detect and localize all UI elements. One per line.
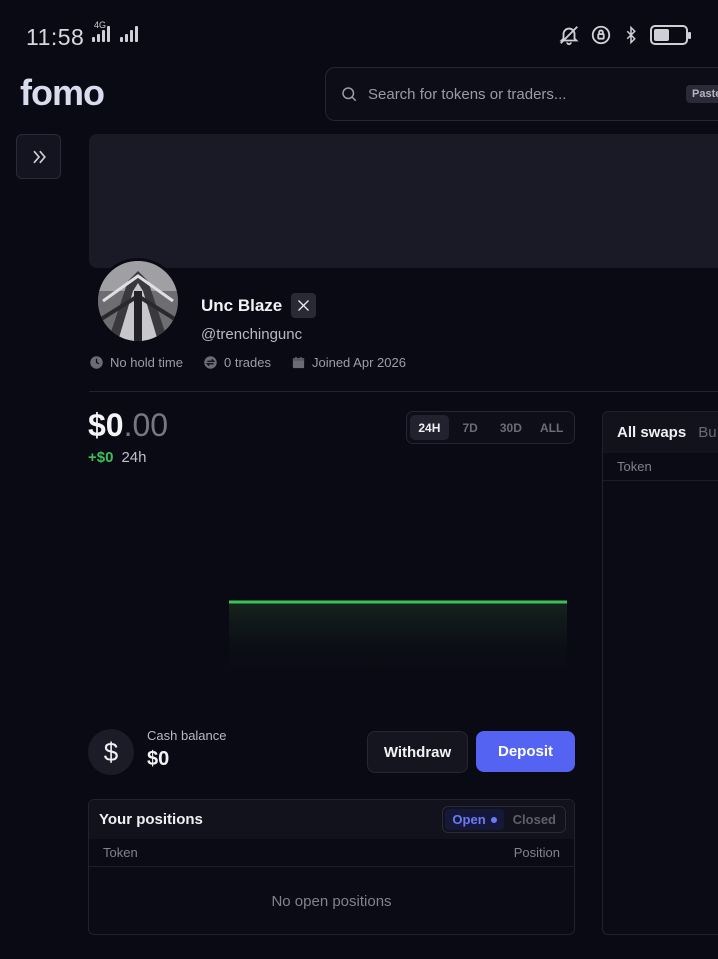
column-position: Position	[513, 845, 560, 860]
profile-meta: No hold time 0 trades Joined Apr 2026	[89, 355, 406, 370]
change-value: +$0	[88, 449, 114, 466]
section-divider	[89, 391, 718, 392]
chevrons-right-icon	[32, 150, 46, 163]
swaps-panel: All swaps Bu Token	[602, 411, 718, 935]
tab-buys[interactable]: Bu	[698, 424, 716, 441]
time-range-selector: 24H 7D 30D ALL	[406, 411, 575, 444]
search-icon	[342, 87, 357, 102]
search-input[interactable]	[368, 85, 668, 103]
rotation-lock-icon	[591, 25, 611, 45]
column-token: Token	[103, 845, 138, 860]
tab-all-swaps[interactable]: All swaps	[617, 424, 686, 441]
range-30d-button[interactable]: 30D	[492, 415, 531, 440]
swaps-columns: Token	[603, 453, 718, 481]
portfolio-balance: $0.00	[88, 407, 169, 443]
paste-button[interactable]: Paste	[686, 85, 718, 103]
avatar	[95, 258, 181, 344]
tab-closed[interactable]: Closed	[506, 809, 563, 830]
positions-panel: Your positions Open Closed Token Positio…	[88, 799, 575, 935]
positions-title: Your positions	[99, 811, 203, 828]
battery-icon	[650, 25, 691, 45]
app-logo[interactable]: fomo	[20, 72, 105, 114]
calendar-icon	[292, 356, 305, 369]
portfolio-change: +$0 24h	[88, 449, 146, 466]
portfolio-chart	[229, 600, 567, 682]
column-token: Token	[617, 459, 652, 474]
x-profile-link[interactable]	[291, 293, 316, 318]
trade-count: 0 trades	[203, 355, 271, 370]
change-period: 24h	[121, 449, 147, 466]
bluetooth-icon	[626, 25, 636, 45]
range-24h-button[interactable]: 24H	[410, 415, 449, 440]
deposit-button[interactable]: Deposit	[476, 731, 575, 772]
expand-sidebar-button[interactable]	[16, 134, 61, 179]
status-icons	[558, 24, 691, 46]
positions-empty-state: No open positions	[271, 893, 392, 910]
cash-balance-label: Cash balance	[147, 728, 227, 743]
signal-indicators: 4G	[92, 20, 138, 42]
profile-handle: @trenchingunc	[201, 326, 303, 343]
dollar-icon: $	[88, 729, 134, 775]
status-time: 11:58	[26, 24, 85, 50]
bell-muted-icon	[559, 26, 579, 46]
positions-toggle: Open Closed	[442, 806, 566, 833]
tab-open[interactable]: Open	[445, 809, 504, 830]
search-bar[interactable]: Paste	[325, 67, 718, 121]
positions-columns: Token Position	[89, 839, 574, 867]
swap-icon	[204, 356, 217, 369]
cash-balance-value: $0	[147, 748, 170, 770]
signal-4g-icon: 4G	[92, 20, 110, 42]
join-date: Joined Apr 2026	[291, 355, 406, 370]
swaps-header: All swaps Bu	[603, 412, 718, 453]
profile-banner	[89, 134, 718, 268]
range-all-button[interactable]: ALL	[532, 415, 571, 440]
positions-header: Your positions Open Closed	[89, 800, 574, 839]
chart-area-fill	[229, 602, 567, 682]
withdraw-button[interactable]: Withdraw	[367, 731, 468, 773]
x-logo-icon	[298, 300, 309, 311]
hold-time: No hold time	[89, 355, 183, 370]
signal-icon	[120, 26, 138, 42]
profile-name: Unc Blaze	[201, 296, 283, 315]
range-7d-button[interactable]: 7D	[451, 415, 490, 440]
active-dot-icon	[490, 816, 497, 823]
clock-icon	[90, 356, 103, 369]
